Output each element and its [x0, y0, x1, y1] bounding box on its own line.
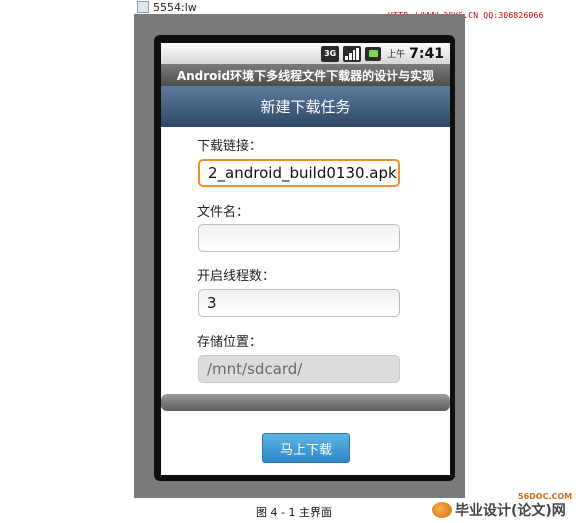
watermark-bottom-text: 毕业设计(论文)网	[455, 503, 566, 519]
signal-strength-icon	[343, 45, 362, 62]
app-title-bar: Android环境下多线程文件下载器的设计与实现	[161, 64, 450, 86]
path-input: /mnt/sdcard/	[198, 355, 400, 383]
url-input[interactable]: 2_android_build0130.apk	[198, 159, 400, 187]
status-time: 7:41	[409, 45, 444, 62]
horizontal-scrollbar[interactable]	[161, 394, 450, 411]
threads-label: 开启线程数：	[197, 269, 276, 284]
emulator-app-icon	[137, 1, 149, 13]
watermark-logo-icon	[432, 502, 452, 518]
filename-input[interactable]	[198, 224, 400, 252]
device-screen: 3G 上午 7:41 Android环境下多线程文件下载器的设计与实现 新建下载…	[161, 43, 450, 475]
filename-label: 文件名：	[197, 205, 250, 220]
emulator-title: 5554:lw	[153, 0, 197, 14]
threads-input[interactable]: 3	[198, 289, 400, 317]
status-ampm: 上午	[387, 50, 406, 60]
page-title: 新建下载任务	[161, 86, 450, 127]
watermark-bottom: 毕业设计(论文)网	[432, 500, 566, 520]
url-label: 下载链接：	[197, 139, 263, 154]
status-bar: 3G 上午 7:41	[161, 43, 450, 64]
network-3g-icon: 3G	[321, 45, 340, 62]
path-label: 存储位置：	[197, 335, 263, 350]
start-download-button[interactable]: 马上下载	[262, 433, 350, 463]
battery-icon	[365, 46, 382, 61]
